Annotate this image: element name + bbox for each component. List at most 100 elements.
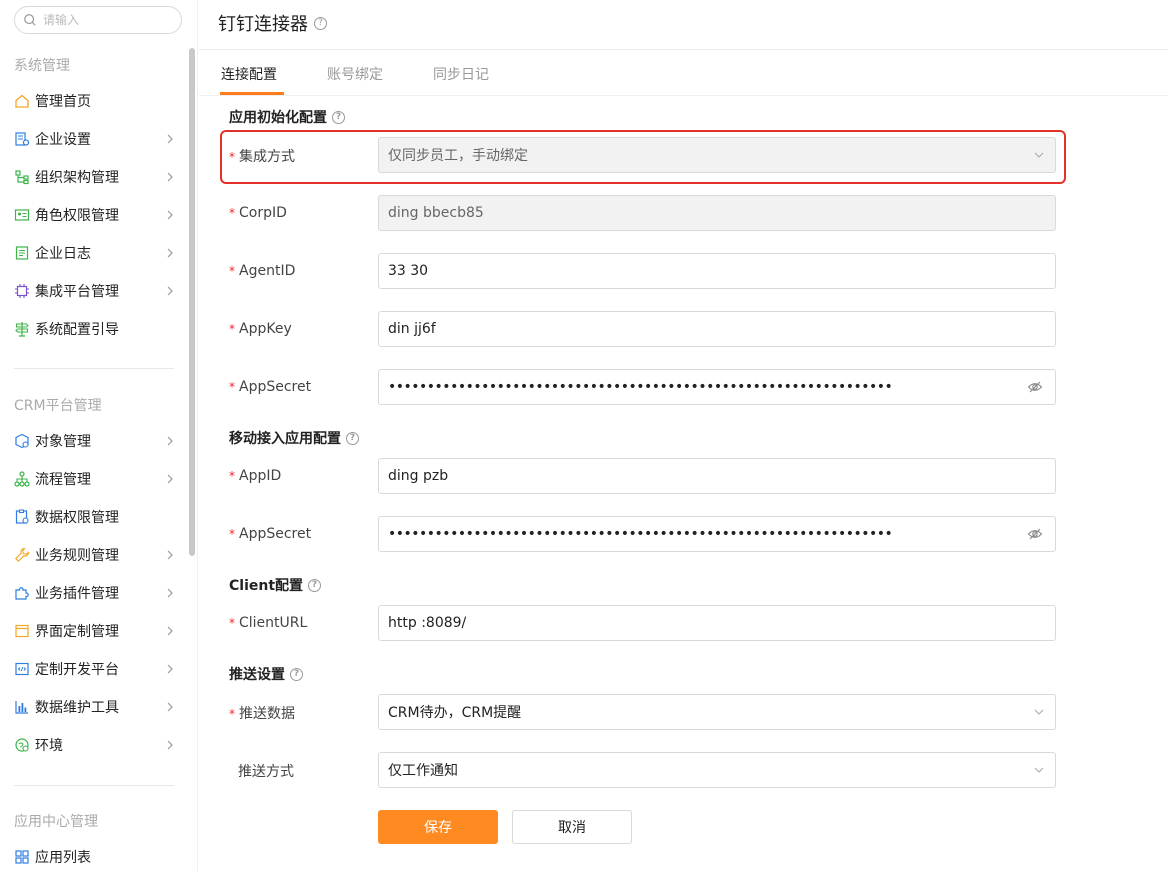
chevron-down-icon	[1034, 767, 1044, 773]
group-title-text: 移动接入应用配置	[229, 431, 341, 447]
sidebar-item-data-maintenance[interactable]: 数据维护工具	[14, 693, 178, 721]
sidebar-item-system-config-guide[interactable]: 系统配置引导	[14, 315, 178, 343]
sidebar-item-home[interactable]: 管理首页	[14, 87, 178, 115]
tab-account-binding[interactable]: 账号绑定	[327, 64, 383, 84]
help-icon[interactable]: ?	[314, 16, 327, 30]
sidebar-divider	[14, 785, 174, 786]
sidebar-item-label: 企业设置	[35, 132, 91, 148]
home-icon	[14, 93, 30, 109]
agentid-label: * AgentID	[229, 263, 295, 279]
sidebar-item-label: 对象管理	[35, 434, 91, 450]
role-card-icon	[14, 207, 30, 223]
chevron-down-icon	[1034, 152, 1044, 158]
label-text: 推送数据	[239, 706, 295, 722]
agentid-field[interactable]: 33 30	[378, 253, 1056, 289]
group-title-app-init: 应用初始化配置 ?	[229, 107, 345, 127]
sidebar-item-object[interactable]: 对象管理	[14, 427, 178, 455]
chevron-down-icon	[1034, 709, 1044, 715]
sidebar-item-ui-customization[interactable]: 界面定制管理	[14, 617, 178, 645]
required-mark: *	[229, 380, 235, 394]
sidebar-item-custom-dev-platform[interactable]: 定制开发平台	[14, 655, 178, 683]
eye-off-icon[interactable]	[1027, 379, 1043, 395]
sidebar-item-role-permission[interactable]: 角色权限管理	[14, 201, 178, 229]
field-value: 33 30	[388, 263, 429, 279]
sidebar-item-integration-platform[interactable]: 集成平台管理	[14, 277, 178, 305]
log-icon	[14, 245, 30, 261]
environment-icon	[14, 737, 30, 753]
chevron-right-icon	[167, 550, 173, 560]
sidebar-item-label: 流程管理	[35, 472, 91, 488]
clienturl-label: * ClientURL	[229, 615, 307, 631]
clienturl-field[interactable]: http :8089/	[378, 605, 1056, 641]
sidebar-item-label: 组织架构管理	[35, 170, 119, 186]
search-icon	[24, 14, 36, 26]
tab-sync-log[interactable]: 同步日记	[433, 64, 489, 84]
appsecret-field[interactable]: ••••••••••••••••••••••••••••••••••••••••…	[378, 369, 1056, 405]
group-title-text: 推送设置	[229, 667, 285, 683]
field-value: ••••••••••••••••••••••••••••••••••••••••…	[388, 379, 893, 395]
sidebar-item-label: 数据维护工具	[35, 700, 119, 716]
sidebar-item-enterprise-settings[interactable]: 企业设置	[14, 125, 178, 153]
sidebar-scrollbar[interactable]	[189, 48, 195, 556]
help-icon[interactable]: ?	[308, 578, 322, 592]
chevron-right-icon	[167, 588, 173, 598]
field-value: ding pzb	[388, 468, 449, 484]
integration-mode-select[interactable]: 仅同步员工，手动绑定	[378, 137, 1056, 173]
corpid-field[interactable]: ding bbecb85	[378, 195, 1056, 231]
sidebar: 系统管理 管理首页 企业设置 组织架构管理 角色权限管理 企业日志 集成平台管理…	[0, 0, 198, 871]
sidebar-item-data-permission[interactable]: 数据权限管理	[14, 503, 178, 531]
label-text: AppID	[239, 468, 282, 484]
label-text: AppSecret	[239, 526, 312, 542]
select-value: 仅同步员工，手动绑定	[388, 148, 528, 164]
search-input[interactable]	[43, 13, 163, 27]
help-icon[interactable]: ?	[346, 431, 359, 445]
sidebar-item-label: 系统配置引导	[35, 322, 119, 338]
signpost-icon	[14, 321, 30, 337]
required-mark: *	[229, 264, 235, 278]
sidebar-item-business-plugins[interactable]: 业务插件管理	[14, 579, 178, 607]
appid-label: * AppID	[229, 468, 281, 484]
sidebar-item-business-rules[interactable]: 业务规则管理	[14, 541, 178, 569]
tab-bar: 连接配置 账号绑定 同步日记	[199, 50, 1168, 96]
sidebar-item-label: 管理首页	[35, 94, 91, 110]
field-value: ding bbecb85	[388, 205, 484, 221]
integration-mode-label: * 集成方式	[229, 146, 295, 166]
chevron-right-icon	[167, 248, 173, 258]
sidebar-item-flow[interactable]: 流程管理	[14, 465, 178, 493]
label-text: ClientURL	[239, 615, 308, 631]
section-title-app-center: 应用中心管理	[14, 814, 98, 830]
sidebar-item-org-structure[interactable]: 组织架构管理	[14, 163, 178, 191]
select-value: 仅工作通知	[388, 763, 458, 779]
sidebar-item-enterprise-log[interactable]: 企业日志	[14, 239, 178, 267]
search-box[interactable]	[14, 6, 182, 34]
eye-off-icon[interactable]	[1027, 526, 1043, 542]
sidebar-item-label: 集成平台管理	[35, 284, 119, 300]
appsecret-label: * AppSecret	[229, 379, 311, 395]
push-method-select[interactable]: 仅工作通知	[378, 752, 1056, 788]
required-mark: *	[229, 616, 235, 630]
page-title: 钉钉连接器 ?	[218, 10, 327, 36]
appkey-field[interactable]: din jj6f	[378, 311, 1056, 347]
tab-connection-config[interactable]: 连接配置	[221, 64, 277, 84]
object-icon	[14, 433, 30, 449]
save-button[interactable]: 保存	[378, 810, 498, 844]
sidebar-item-environment[interactable]: 环境	[14, 731, 178, 759]
mobile-appsecret-label: * AppSecret	[229, 526, 311, 542]
appid-field[interactable]: ding pzb	[378, 458, 1056, 494]
sidebar-item-app-list[interactable]: 应用列表	[14, 843, 178, 871]
help-icon[interactable]: ?	[332, 110, 345, 124]
cancel-button[interactable]: 取消	[512, 810, 632, 844]
mobile-appsecret-field[interactable]: ••••••••••••••••••••••••••••••••••••••••…	[378, 516, 1056, 552]
group-title-text: Client配置	[229, 578, 304, 594]
layout-icon	[14, 623, 30, 639]
sidebar-item-label: 环境	[35, 738, 63, 754]
push-data-select[interactable]: CRM待办，CRM提醒	[378, 694, 1056, 730]
chevron-right-icon	[167, 702, 173, 712]
help-icon[interactable]: ?	[290, 667, 303, 681]
puzzle-icon	[14, 585, 30, 601]
required-mark: *	[229, 206, 235, 220]
chevron-right-icon	[167, 664, 173, 674]
sidebar-item-label: 数据权限管理	[35, 510, 119, 526]
group-title-push: 推送设置 ?	[229, 664, 303, 684]
chevron-right-icon	[167, 626, 173, 636]
